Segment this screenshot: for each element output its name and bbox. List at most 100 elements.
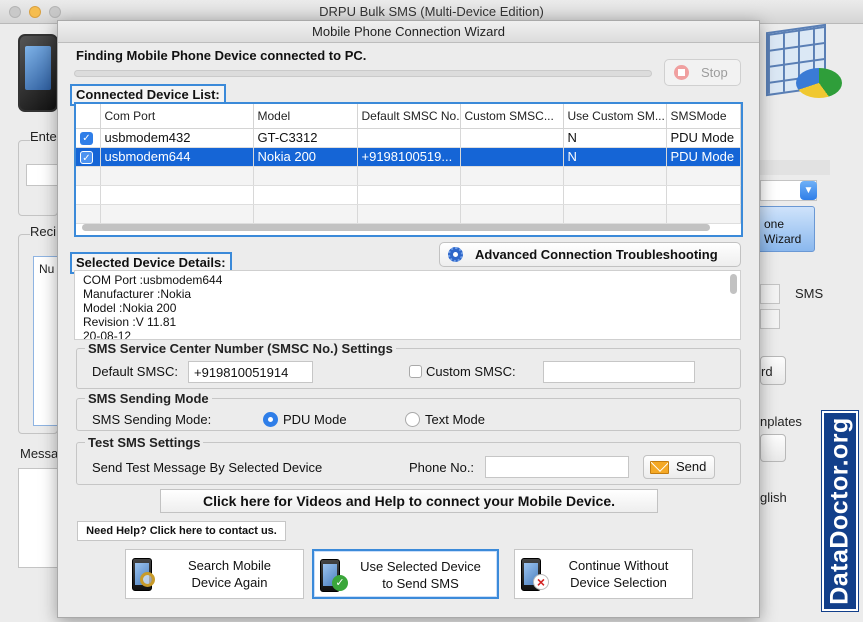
device-details-box[interactable]: COM Port :usbmodem644 Manufacturer :Noki… [74, 270, 741, 340]
check-icon: ✓ [332, 575, 348, 591]
test-message-label: Send Test Message By Selected Device [92, 460, 323, 475]
use-selected-device-button[interactable]: ✓ Use Selected Device to Send SMS [312, 549, 499, 599]
bg-select-1[interactable] [760, 284, 780, 304]
finding-device-text: Finding Mobile Phone Device connected to… [76, 48, 367, 63]
sms-mode-cell: PDU Mode [666, 147, 741, 167]
stop-button[interactable]: Stop [664, 59, 741, 86]
pdu-mode-label: PDU Mode [283, 412, 347, 427]
pdu-mode-radio[interactable] [263, 412, 278, 427]
test-sms-legend: Test SMS Settings [88, 435, 201, 450]
checkmark-icon[interactable]: ✓ [80, 132, 93, 146]
bg-num-column: Nu [39, 262, 55, 276]
custom-smsc-input[interactable] [543, 361, 695, 383]
default-smsc-cell [357, 128, 461, 148]
search-device-again-button[interactable]: Search Mobile Device Again [125, 549, 304, 599]
stop-icon [674, 65, 689, 80]
device-table: Com Port Model Default SMSC No. Custom S… [76, 104, 741, 224]
empty-row [76, 166, 741, 186]
continue-without-device-button[interactable]: × Continue Without Device Selection [514, 549, 693, 599]
custom-smsc-cell [460, 147, 564, 167]
chevron-down-icon[interactable]: ▼ [800, 181, 817, 200]
contact-help-button[interactable]: Need Help? Click here to contact us. [77, 521, 286, 541]
details-line: Manufacturer :Nokia [83, 287, 192, 301]
phone-number-input[interactable] [485, 456, 629, 478]
bg-rd-label: rd [761, 364, 773, 379]
bg-message-label: Messa [20, 446, 59, 461]
model-cell: GT-C3312 [253, 128, 358, 148]
details-line: Revision :V 11.81 [83, 315, 177, 329]
row-checkbox-cell[interactable]: ✓ [76, 147, 101, 167]
column-header[interactable] [76, 104, 101, 129]
table-row[interactable]: ✓ usbmodem432 GT-C3312 N PDU Mode [76, 128, 741, 148]
text-mode-radio[interactable] [405, 412, 420, 427]
bg-wizard-button[interactable]: one Wizard [757, 206, 815, 252]
close-icon: × [533, 574, 549, 590]
continue-button-line1: Continue Without [568, 558, 669, 573]
model-cell: Nokia 200 [253, 147, 358, 167]
empty-row [76, 204, 741, 224]
dialog-title: Mobile Phone Connection Wizard [58, 21, 759, 43]
horizontal-scrollbar[interactable] [82, 224, 710, 231]
column-header-use-custom[interactable]: Use Custom SM... [563, 104, 667, 129]
empty-row [76, 185, 741, 205]
search-progress-bar [74, 70, 652, 77]
chart-logo-icon [760, 23, 842, 102]
table-row-selected[interactable]: ✓ usbmodem644 Nokia 200 +9198100519... N… [76, 147, 741, 167]
magnifier-icon [140, 572, 155, 587]
column-header-model[interactable]: Model [253, 104, 358, 129]
column-header-default-smsc[interactable]: Default SMSC No. [357, 104, 461, 129]
bg-wizard-line2: Wizard [764, 232, 802, 246]
row-checkbox-cell[interactable]: ✓ [76, 128, 101, 148]
connection-wizard-dialog: Mobile Phone Connection Wizard Finding M… [57, 20, 760, 618]
use-custom-cell: N [563, 128, 667, 148]
bg-recipients-label: Reci [30, 224, 59, 239]
text-mode-label: Text Mode [425, 412, 485, 427]
connected-device-table: Com Port Model Default SMSC No. Custom S… [74, 102, 743, 237]
smsc-settings-legend: SMS Service Center Number (SMSC No.) Set… [88, 341, 393, 356]
details-line: COM Port :usbmodem644 [83, 273, 223, 287]
gear-icon [448, 247, 463, 262]
column-header-com-port[interactable]: Com Port [100, 104, 254, 129]
stop-label: Stop [701, 65, 728, 80]
mobile-phone-logo-icon [18, 34, 58, 112]
bg-message-box[interactable] [18, 468, 60, 568]
checkmark-icon[interactable]: ✓ [80, 151, 93, 165]
bg-english-label: glish [760, 490, 787, 505]
custom-smsc-label: Custom SMSC: [426, 364, 516, 379]
default-smsc-label: Default SMSC: [92, 364, 178, 379]
envelope-icon [650, 461, 669, 474]
bg-recipients-list[interactable]: Nu [33, 256, 59, 426]
send-test-button[interactable]: Send [643, 455, 715, 479]
bg-sms-label: SMS [795, 286, 824, 301]
use-button-line1: Use Selected Device [360, 559, 481, 574]
com-port-cell: usbmodem432 [100, 128, 254, 148]
bg-rd-button[interactable]: rd [760, 356, 786, 385]
default-smsc-input[interactable] [188, 361, 313, 383]
bg-enter-label: Ente [30, 129, 59, 144]
videos-help-button[interactable]: Click here for Videos and Help to connec… [160, 489, 658, 513]
bg-select-2[interactable] [760, 309, 780, 329]
sending-mode-legend: SMS Sending Mode [88, 391, 209, 406]
com-port-cell: usbmodem644 [100, 147, 254, 167]
bg-templates-button[interactable] [760, 434, 786, 462]
sms-mode-cell: PDU Mode [666, 128, 741, 148]
bg-strip [760, 160, 830, 175]
brand-text: DataDoctor.org [825, 417, 854, 605]
column-header-custom-smsc[interactable]: Custom SMSC... [460, 104, 564, 129]
phone-number-label: Phone No.: [409, 460, 475, 475]
custom-smsc-cell [460, 128, 564, 148]
table-header-row: Com Port Model Default SMSC No. Custom S… [76, 104, 741, 129]
advanced-troubleshooting-button[interactable]: Advanced Connection Troubleshooting [439, 242, 741, 267]
column-header-sms-mode[interactable]: SMSMode [666, 104, 741, 129]
close-window-icon[interactable] [9, 6, 21, 18]
zoom-window-icon[interactable] [49, 6, 61, 18]
details-line: Model :Nokia 200 [83, 301, 177, 315]
send-label: Send [676, 459, 707, 474]
minimize-window-icon[interactable] [29, 6, 41, 18]
custom-smsc-checkbox[interactable] [409, 365, 422, 378]
bg-enter-input[interactable] [26, 164, 60, 186]
search-button-line1: Search Mobile [187, 558, 272, 573]
vertical-scrollbar[interactable] [730, 274, 737, 294]
datadoctor-brand-logo: DataDoctor.org [821, 410, 859, 612]
default-smsc-cell: +9198100519... [357, 147, 461, 167]
